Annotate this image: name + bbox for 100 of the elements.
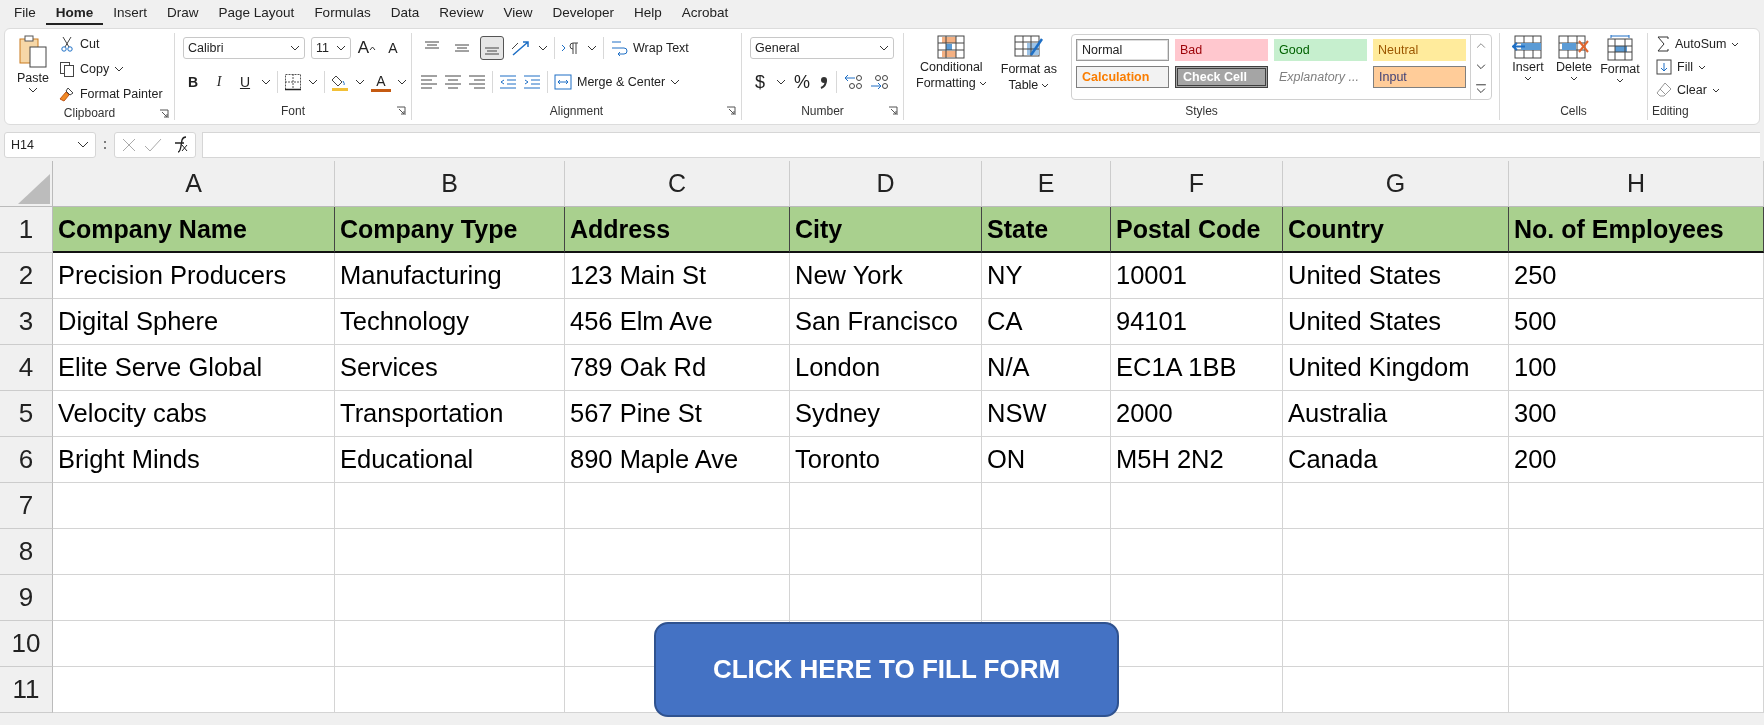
- shrink-font-button[interactable]: A: [383, 36, 403, 60]
- increase-decimal-icon[interactable]: [843, 73, 863, 91]
- cell-style-option[interactable]: Good: [1274, 39, 1367, 61]
- menu-tab[interactable]: Developer: [542, 1, 624, 25]
- row-header[interactable]: 3: [0, 299, 53, 345]
- row-header[interactable]: 9: [0, 575, 53, 621]
- cell-style-option[interactable]: Normal: [1076, 39, 1169, 61]
- menu-tab[interactable]: Home: [45, 1, 104, 25]
- align-center-icon[interactable]: [444, 75, 462, 89]
- row-header[interactable]: 7: [0, 483, 53, 529]
- insert-button[interactable]: Insert: [1508, 33, 1548, 83]
- column-header[interactable]: E: [982, 161, 1111, 207]
- delete-button[interactable]: Delete: [1554, 33, 1594, 83]
- column-header[interactable]: B: [335, 161, 565, 207]
- grow-font-button[interactable]: A: [357, 36, 377, 60]
- align-right-icon[interactable]: [468, 75, 486, 89]
- row-header[interactable]: 2: [0, 253, 53, 299]
- orientation-icon[interactable]: [510, 39, 532, 57]
- cut-button[interactable]: Cut: [58, 33, 163, 55]
- row-header[interactable]: 10: [0, 621, 53, 667]
- dialog-launcher-icon[interactable]: [726, 106, 736, 116]
- font-color-button[interactable]: A: [371, 72, 391, 92]
- paragraph-direction-icon[interactable]: [561, 41, 581, 55]
- table-cell: London: [790, 345, 982, 391]
- menu-tab[interactable]: Draw: [157, 1, 209, 25]
- fill-button[interactable]: Fill: [1656, 56, 1706, 78]
- caret-icon[interactable]: [355, 79, 365, 85]
- cell-style-option[interactable]: Bad: [1175, 39, 1268, 61]
- column-header[interactable]: G: [1283, 161, 1509, 207]
- column-header[interactable]: A: [53, 161, 335, 207]
- menu-tab[interactable]: Page Layout: [208, 1, 305, 25]
- row-header[interactable]: 8: [0, 529, 53, 575]
- column-header[interactable]: C: [565, 161, 790, 207]
- format-as-table-button[interactable]: Format as Table: [996, 33, 1061, 95]
- italic-button[interactable]: I: [209, 70, 229, 94]
- underline-button[interactable]: U: [235, 70, 255, 94]
- cell-style-option[interactable]: Input: [1373, 66, 1466, 88]
- bold-button[interactable]: B: [183, 70, 203, 94]
- table-cell: San Francisco: [790, 299, 982, 345]
- caret-icon[interactable]: [776, 79, 786, 85]
- cell-style-option[interactable]: Neutral: [1373, 39, 1466, 61]
- menu-tab[interactable]: View: [493, 1, 543, 25]
- table-cell: M5H 2N2: [1111, 437, 1283, 483]
- comma-style-icon[interactable]: [818, 74, 830, 90]
- table-cell: City: [790, 207, 982, 253]
- menu-tab[interactable]: Data: [380, 1, 430, 25]
- column-header[interactable]: D: [790, 161, 982, 207]
- table-cell: Services: [335, 345, 565, 391]
- menu-tab[interactable]: Formulas: [304, 1, 381, 25]
- vertical-align-button[interactable]: [480, 36, 504, 60]
- menu-tab[interactable]: File: [4, 1, 46, 25]
- table-cell: Velocity cabs: [53, 391, 335, 437]
- column-header[interactable]: F: [1111, 161, 1283, 207]
- row-header[interactable]: 4: [0, 345, 53, 391]
- currency-button[interactable]: $: [750, 70, 770, 94]
- format-painter-button[interactable]: Format Painter: [58, 83, 163, 105]
- font-size-dropdown[interactable]: 11: [311, 37, 351, 59]
- sigma-icon: [1656, 36, 1670, 52]
- caret-icon[interactable]: [308, 79, 318, 85]
- conditional-formatting-button[interactable]: Conditional Formatting: [912, 33, 991, 93]
- caret-icon[interactable]: [397, 79, 407, 85]
- caret-icon[interactable]: [261, 79, 271, 85]
- group-label: Font: [281, 104, 305, 118]
- check-icon[interactable]: [144, 137, 162, 153]
- row-header[interactable]: 5: [0, 391, 53, 437]
- merge-center-button[interactable]: Merge & Center: [554, 71, 681, 93]
- cell-style-option[interactable]: Explanatory ...: [1274, 66, 1367, 88]
- percent-button[interactable]: %: [792, 70, 812, 94]
- clear-button[interactable]: Clear: [1656, 79, 1720, 101]
- group-label: Styles: [1185, 104, 1218, 118]
- borders-icon[interactable]: [284, 73, 302, 91]
- name-box[interactable]: H14: [4, 132, 96, 158]
- dialog-launcher-icon[interactable]: [396, 106, 406, 116]
- dialog-launcher-icon[interactable]: [888, 106, 898, 116]
- copy-button[interactable]: Copy: [58, 58, 163, 80]
- caret-icon[interactable]: [587, 45, 597, 51]
- paste-button[interactable]: Paste: [13, 33, 53, 95]
- row-header[interactable]: 11: [0, 667, 53, 713]
- font-name-dropdown[interactable]: Calibri: [183, 37, 305, 59]
- formula-input[interactable]: [202, 132, 1760, 158]
- autosum-button[interactable]: AutoSum: [1656, 33, 1740, 55]
- row-header[interactable]: 6: [0, 437, 53, 483]
- align-left-icon[interactable]: [420, 75, 438, 89]
- row-header[interactable]: 1: [0, 207, 53, 253]
- format-button[interactable]: Format: [1600, 33, 1640, 85]
- menu-tab[interactable]: Review: [429, 1, 494, 25]
- menu-tab[interactable]: Insert: [103, 1, 158, 25]
- table-cell: Sydney: [790, 391, 982, 437]
- menu-tab[interactable]: Acrobat: [671, 1, 739, 25]
- menu-tab[interactable]: Help: [624, 1, 672, 25]
- fill-color-icon[interactable]: [331, 73, 349, 91]
- caret-icon[interactable]: [538, 45, 548, 51]
- number-format-dropdown[interactable]: General: [750, 37, 894, 59]
- table-cell: Toronto: [790, 437, 982, 483]
- fill-form-button[interactable]: CLICK HERE TO FILL FORM: [654, 622, 1119, 717]
- column-header[interactable]: H: [1509, 161, 1764, 207]
- wrap-text-button[interactable]: Wrap Text: [610, 37, 689, 59]
- dialog-launcher-icon[interactable]: [159, 109, 169, 119]
- decrease-decimal-icon[interactable]: [869, 73, 889, 91]
- caret-up-icon: [369, 45, 377, 51]
